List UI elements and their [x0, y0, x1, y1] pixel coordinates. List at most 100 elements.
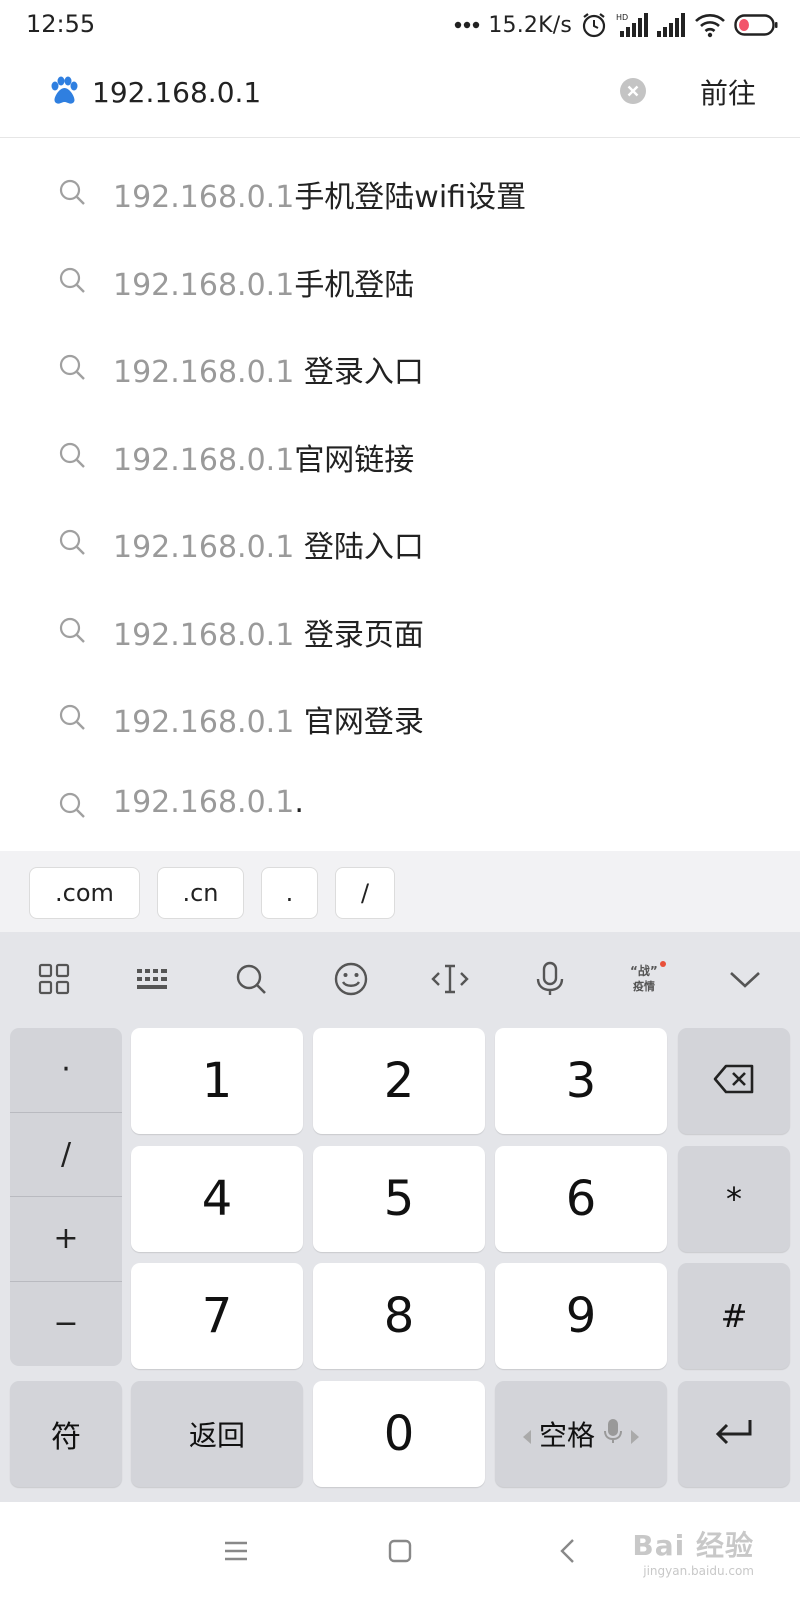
- back-icon[interactable]: [553, 1536, 583, 1566]
- suggestion-prefix: 192.168.0.1: [113, 705, 295, 740]
- keyboard: “战” 疫情 · / + − 1 2 3 4 5 6 7 8 9 * # 符 返回…: [0, 932, 800, 1502]
- key-6[interactable]: 6: [495, 1146, 667, 1252]
- key-8[interactable]: 8: [313, 1263, 485, 1369]
- suggestion-suffix: 登陆入口: [294, 530, 424, 565]
- suggestion-suffix: 手机登陆: [294, 267, 415, 303]
- symbol-key-minus[interactable]: −: [10, 1282, 122, 1367]
- suggestion-suffix: 登录入口: [294, 355, 424, 390]
- quick-cn-button[interactable]: .cn: [157, 867, 244, 919]
- keyboard-search-icon[interactable]: [231, 959, 271, 999]
- suggestion-text: 192.168.0.1 登录入口: [113, 347, 424, 391]
- quick-dot-button[interactable]: .: [261, 867, 318, 919]
- watermark-sub: jingyan.baidu.com: [643, 1564, 754, 1578]
- search-icon: [58, 616, 86, 644]
- quick-slash-button[interactable]: /: [335, 867, 395, 919]
- suggestion-text: 192.168.0.1 登陆入口: [113, 522, 424, 566]
- suggestion-prefix: 192.168.0.1: [113, 784, 295, 820]
- hd-signal-icon: HD: [616, 11, 648, 39]
- key-7[interactable]: 7: [131, 1263, 303, 1369]
- symbol-key-slash[interactable]: /: [10, 1113, 122, 1197]
- suggestion-text: 192.168.0.1 登录页面: [113, 610, 424, 654]
- suggestion-text: 192.168.0.1.: [113, 785, 304, 820]
- hash-key[interactable]: #: [678, 1263, 790, 1369]
- suggestion-list: 192.168.0.1手机登陆wifi设置 192.168.0.1手机登陆 19…: [0, 148, 800, 848]
- clear-icon[interactable]: [620, 78, 646, 104]
- suggestion-item[interactable]: 192.168.0.1.: [0, 761, 800, 849]
- grid-icon[interactable]: [34, 959, 74, 999]
- chevron-down-icon[interactable]: [725, 959, 765, 999]
- enter-icon: [714, 1417, 754, 1451]
- watermark-main: Bai 经验: [632, 1529, 754, 1562]
- more-dots-icon: [454, 20, 480, 30]
- navigation-bar: Bai 经验 jingyan.baidu.com: [0, 1502, 800, 1600]
- search-icon: [58, 178, 86, 206]
- space-label: 空格: [538, 1419, 595, 1452]
- menu-icon[interactable]: [221, 1536, 251, 1566]
- search-icon: [58, 703, 86, 731]
- watermark: Bai 经验 jingyan.baidu.com: [632, 1524, 754, 1578]
- suggestion-text: 192.168.0.1官网链接: [113, 435, 414, 479]
- backspace-icon: [713, 1064, 755, 1098]
- search-icon: [58, 528, 86, 556]
- key-9[interactable]: 9: [495, 1263, 667, 1369]
- suggestion-suffix: 登录页面: [294, 617, 424, 653]
- suggestion-item[interactable]: 192.168.0.1 官网登录: [0, 673, 800, 761]
- suggestion-prefix: 192.168.0.1: [113, 180, 295, 215]
- search-icon: [58, 791, 86, 819]
- suggestion-suffix: 手机登陆wifi设置: [294, 180, 527, 215]
- suggestion-item[interactable]: 192.168.0.1 登陆入口: [0, 498, 800, 586]
- space-key[interactable]: 空格: [495, 1381, 667, 1487]
- search-icon: [58, 441, 86, 469]
- suggestion-item[interactable]: 192.168.0.1手机登陆: [0, 236, 800, 324]
- quick-url-bar: .com .cn . /: [0, 851, 800, 932]
- suggestion-suffix: 官网链接: [294, 442, 415, 478]
- signal-icon: [656, 11, 686, 39]
- suggestion-item[interactable]: 192.168.0.1 登录入口: [0, 323, 800, 411]
- search-input[interactable]: [92, 70, 592, 114]
- baidu-paw-icon: [48, 76, 78, 106]
- suggestion-item[interactable]: 192.168.0.1官网链接: [0, 411, 800, 499]
- emoji-icon[interactable]: [331, 959, 371, 999]
- key-4[interactable]: 4: [131, 1146, 303, 1252]
- space-microphone-icon: [603, 1418, 623, 1451]
- quick-com-button[interactable]: .com: [29, 867, 140, 919]
- key-0[interactable]: 0: [313, 1381, 485, 1487]
- symbol-column: · / + −: [10, 1028, 122, 1366]
- cursor-icon[interactable]: [430, 959, 470, 999]
- status-bar: 12:55 15.2K/s HD: [0, 0, 800, 50]
- key-1[interactable]: 1: [131, 1028, 303, 1134]
- home-icon[interactable]: [385, 1536, 415, 1566]
- epidemic-label-top: “战”: [630, 963, 658, 978]
- keyboard-icon[interactable]: [132, 959, 172, 999]
- key-3[interactable]: 3: [495, 1028, 667, 1134]
- wifi-icon: [694, 12, 726, 38]
- asterisk-key[interactable]: *: [678, 1146, 790, 1252]
- symbol-switch-key[interactable]: 符: [10, 1381, 122, 1487]
- backspace-key[interactable]: [678, 1028, 790, 1134]
- net-speed: 15.2K/s: [488, 12, 572, 38]
- suggestion-text: 192.168.0.1 官网登录: [113, 697, 424, 741]
- epidemic-label-bottom: 疫情: [633, 979, 655, 993]
- suggestion-suffix: .: [294, 784, 304, 820]
- suggestion-text: 192.168.0.1手机登陆: [113, 260, 414, 304]
- microphone-icon[interactable]: [530, 959, 570, 999]
- search-icon: [58, 353, 86, 381]
- suggestion-item[interactable]: 192.168.0.1手机登陆wifi设置: [0, 148, 800, 236]
- caret-left-icon: [522, 1418, 531, 1451]
- suggestion-item[interactable]: 192.168.0.1 登录页面: [0, 586, 800, 674]
- enter-key[interactable]: [678, 1381, 790, 1487]
- key-5[interactable]: 5: [313, 1146, 485, 1252]
- suggestion-text: 192.168.0.1手机登陆wifi设置: [113, 172, 526, 216]
- suggestion-prefix: 192.168.0.1: [113, 267, 295, 303]
- caret-right-icon: [631, 1418, 639, 1451]
- svg-text:HD: HD: [616, 13, 628, 22]
- search-bar: 前往: [0, 50, 800, 138]
- key-2[interactable]: 2: [313, 1028, 485, 1134]
- epidemic-icon[interactable]: “战” 疫情: [627, 959, 667, 999]
- battery-icon: [734, 13, 778, 37]
- back-key[interactable]: 返回: [131, 1381, 303, 1487]
- search-icon: [58, 266, 86, 294]
- go-button[interactable]: 前往: [700, 72, 756, 112]
- symbol-key-dot[interactable]: ·: [10, 1028, 122, 1113]
- symbol-key-plus[interactable]: +: [10, 1197, 122, 1282]
